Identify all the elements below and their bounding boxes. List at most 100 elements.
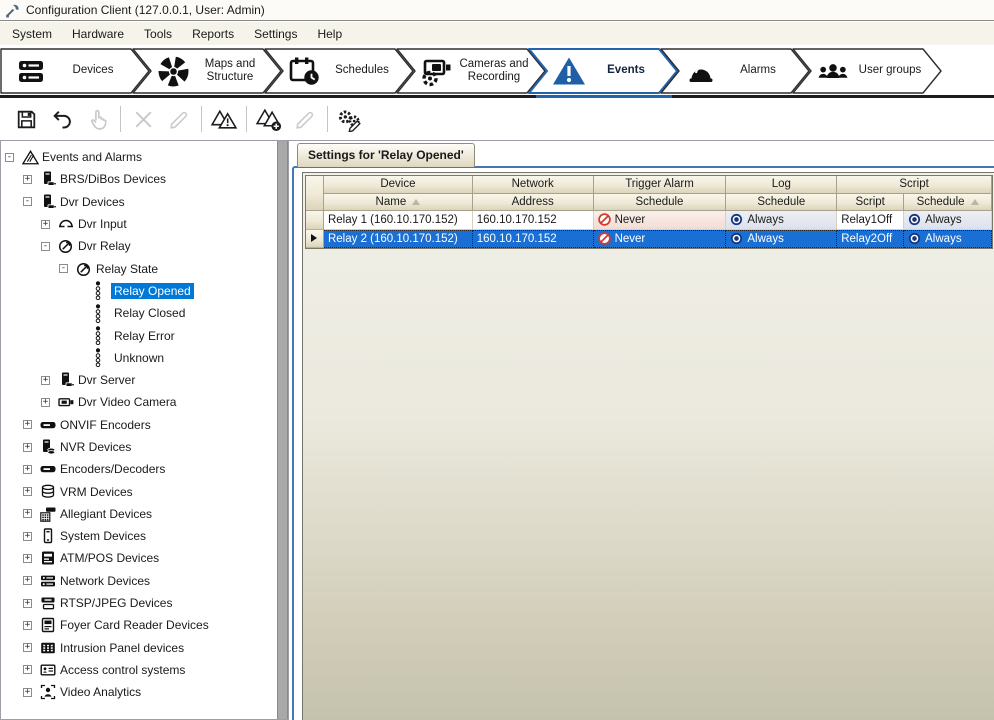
tree-item-unknown[interactable]: Unknown [1,347,276,369]
settings-tab[interactable]: Settings for 'Relay Opened' [297,143,475,167]
column-header-address-1[interactable]: Address [473,194,594,212]
delete-button[interactable] [125,103,161,135]
tab-user-groups[interactable]: User groups [792,48,942,94]
tree-item-dvr-devices[interactable]: -Dvr Devices [1,191,276,213]
menu-system[interactable]: System [2,24,62,44]
expand-icon[interactable]: + [41,376,50,385]
column-header-schedule-2[interactable]: Schedule [594,194,727,212]
tree-item-encoders-decoders[interactable]: +Encoders/Decoders [1,458,276,480]
tab-cameras-and-recording[interactable]: Cameras and Recording [396,48,546,94]
cell-script[interactable]: Relay2Off [837,230,904,249]
tree-item-allegiant-devices[interactable]: +Allegiant Devices [1,503,276,525]
expand-icon[interactable]: + [23,443,32,452]
tree-item-intrusion-panel-devices[interactable]: +Intrusion Panel devices [1,637,276,659]
expand-icon[interactable]: + [23,576,32,585]
column-group-trigger-alarm[interactable]: Trigger Alarm [594,176,727,194]
tree-item-relay-opened[interactable]: Relay Opened [1,280,276,302]
expand-icon[interactable]: + [23,465,32,474]
tree-item-atm-pos-devices[interactable]: +ATM/POS Devices [1,547,276,569]
row-header-cell[interactable] [306,230,324,249]
table-row-relay-2-160-10-170-152[interactable]: Relay 2 (160.10.170.152)160.10.170.152Ne… [306,230,992,249]
collapse-icon[interactable]: - [5,153,14,162]
expand-icon[interactable]: + [23,621,32,630]
expand-icon[interactable]: + [41,220,50,229]
cell-schedule[interactable]: Never [594,211,727,230]
cell-schedule[interactable]: Always [904,211,992,230]
tree-item-brs-dibos-devices[interactable]: +BRS/DiBos Devices [1,168,276,190]
tree-item-system-devices[interactable]: +System Devices [1,525,276,547]
menu-hardware[interactable]: Hardware [62,24,134,44]
encoder-icon [40,416,57,434]
tree-item-nvr-devices[interactable]: +NVR Devices [1,436,276,458]
expand-icon[interactable]: + [23,643,32,652]
column-group-network[interactable]: Network [473,176,594,194]
expand-icon[interactable]: + [23,175,32,184]
cell-address[interactable]: 160.10.170.152 [473,211,594,230]
cell-name[interactable]: Relay 2 (160.10.170.152) [324,230,473,249]
rename-button[interactable] [161,103,197,135]
cell-schedule[interactable]: Never [594,230,727,249]
tree-item-dvr-video-camera[interactable]: + Dvr Video Camera [1,391,276,413]
tab-maps-and-structure[interactable]: Maps and Structure [132,48,282,94]
tree-item-relay-closed[interactable]: Relay Closed [1,302,276,324]
edit-compound-event-button[interactable] [287,103,323,135]
tab-devices[interactable]: Devices [0,48,150,94]
collapse-icon[interactable]: - [59,264,68,273]
column-header-schedule-3[interactable]: Schedule [726,194,837,212]
tree-item-relay-state[interactable]: -Relay State [1,257,276,279]
tree-item-events-and-alarms[interactable]: -Events and Alarms [1,146,276,168]
expand-icon[interactable]: + [23,554,32,563]
tree-item-label: Dvr Video Camera [75,394,179,410]
tree-item-video-analytics[interactable]: +Video Analytics [1,681,276,703]
tree-item-vrm-devices[interactable]: +VRM Devices [1,480,276,502]
expand-icon[interactable]: + [41,398,50,407]
tab-alarms[interactable]: Alarms [660,48,810,94]
tree-item-network-devices[interactable]: +Network Devices [1,570,276,592]
undo-button[interactable] [44,103,80,135]
manual-action-button[interactable] [80,103,116,135]
cell-name[interactable]: Relay 1 (160.10.170.152) [324,211,473,230]
tab-events[interactable]: Events [528,48,678,94]
cell-schedule[interactable]: Always [726,230,837,249]
toolbar-separator [327,106,328,132]
column-header-name-0[interactable]: Name [324,194,473,212]
tree-item-rtsp-jpeg-devices[interactable]: +RTSP/JPEG Devices [1,592,276,614]
add-compound-event-button[interactable] [251,103,287,135]
tree-item-dvr-server[interactable]: +Dvr Server [1,369,276,391]
column-group-script[interactable]: Script [837,176,992,194]
script-editor-button[interactable] [332,103,368,135]
tree-item-access-control-systems[interactable]: +Access control systems [1,659,276,681]
cell-schedule[interactable]: Always [726,211,837,230]
table-row-relay-1-160-10-170-152[interactable]: Relay 1 (160.10.170.152)160.10.170.152Ne… [306,211,992,230]
tree-item-relay-error[interactable]: Relay Error [1,324,276,346]
column-group-device[interactable]: Device [324,176,473,194]
expand-icon[interactable]: + [23,532,32,541]
cell-script[interactable]: Relay1Off [837,211,904,230]
menu-settings[interactable]: Settings [244,24,307,44]
cell-address[interactable]: 160.10.170.152 [473,230,594,249]
tree-item-dvr-input[interactable]: +Dvr Input [1,213,276,235]
expand-icon[interactable]: + [23,599,32,608]
compound-events-button[interactable] [206,103,242,135]
column-header-script-4[interactable]: Script [837,194,904,212]
expand-icon[interactable]: + [23,509,32,518]
collapse-icon[interactable]: - [41,242,50,251]
tree-item-onvif-encoders[interactable]: +ONVIF Encoders [1,414,276,436]
expand-icon[interactable]: + [23,420,32,429]
expand-icon[interactable]: + [23,688,32,697]
tree-scrollbar[interactable] [277,141,288,719]
tree-item-foyer-card-reader-devices[interactable]: +Foyer Card Reader Devices [1,614,276,636]
column-group-log[interactable]: Log [726,176,837,194]
tree-item-dvr-relay[interactable]: -Dvr Relay [1,235,276,257]
menu-tools[interactable]: Tools [134,24,182,44]
collapse-icon[interactable]: - [23,197,32,206]
cell-schedule[interactable]: Always [904,230,992,249]
expand-icon[interactable]: + [23,487,32,496]
column-header-schedule-5[interactable]: Schedule [904,194,992,212]
save-button[interactable] [8,103,44,135]
row-header-cell[interactable] [306,211,324,230]
menu-reports[interactable]: Reports [182,24,244,44]
menu-help[interactable]: Help [307,24,352,44]
tab-schedules[interactable]: Schedules [264,48,414,94]
expand-icon[interactable]: + [23,665,32,674]
